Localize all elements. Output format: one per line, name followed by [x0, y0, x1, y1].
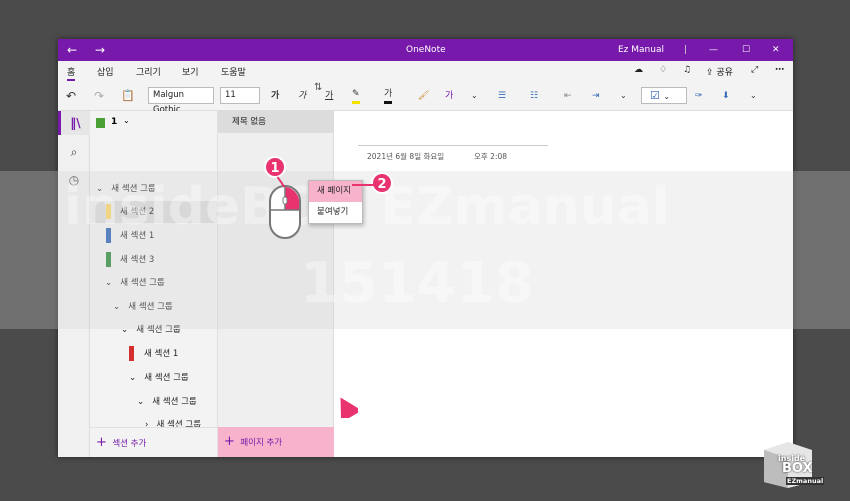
recent-icon[interactable]: ◷: [58, 168, 90, 192]
section-group-item[interactable]: ⌄ 새 섹션 그룹: [121, 319, 181, 341]
chevron-down-icon: ⌄: [105, 278, 113, 288]
app-title: OneNote: [406, 45, 446, 55]
close-button[interactable]: ✕: [772, 39, 780, 61]
add-page-button[interactable]: + 페이지 추가: [218, 427, 334, 457]
step-badge-2: 2: [371, 172, 393, 194]
plus-icon: +: [96, 435, 107, 450]
numbered-list-icon[interactable]: ☷: [530, 88, 538, 104]
tab-help[interactable]: 도움말: [221, 65, 246, 78]
maximize-button[interactable]: ☐: [742, 39, 750, 61]
share-button[interactable]: ⇪ 공유: [706, 65, 733, 78]
redo-icon[interactable]: ↷: [94, 88, 104, 104]
toolbar: ↶ ↷ 📋 Malgun Gothic 11 가 가 가 ✎ 가 🖌 가 ⌄ ☰…: [58, 81, 793, 115]
clipboard-icon[interactable]: 📋: [121, 88, 135, 104]
indent-icon[interactable]: ⇥: [592, 88, 600, 104]
chevron-down-icon: ⌄: [96, 184, 104, 194]
chevron-down-icon[interactable]: ⌄: [620, 88, 627, 104]
add-section-button[interactable]: + 섹션 추가: [90, 427, 218, 457]
plus-icon: +: [224, 434, 235, 449]
notebooks-icon[interactable]: ‖\: [58, 111, 90, 135]
context-menu: 새 페이지 붙여넣기: [308, 180, 363, 224]
ribbon-tabs: 홈 삽입 그리기 보기 도움말 ☁ ♢ ♫ ⇪ 공유 ⤢ ⋯: [58, 61, 793, 81]
section-item-selected[interactable]: 새 섹션 2: [90, 201, 217, 223]
page-date: 2021년 6월 8일 화요일: [367, 152, 445, 161]
onenote-window: ← → OneNote Ez Manual | — ☐ ✕ 홈 삽입 그리기 보…: [58, 39, 793, 457]
section-item[interactable]: 새 섹션 3: [90, 249, 154, 271]
sort-icon[interactable]: ⇅: [314, 82, 322, 93]
italic-button[interactable]: 가: [298, 88, 306, 104]
step-badge-1: 1: [264, 156, 286, 178]
section-item[interactable]: 새 섹션 1: [90, 225, 154, 247]
section-color-tab: [106, 252, 111, 267]
page-time: 오후 2:08: [474, 152, 508, 161]
section-pane: 1 ⌄ ⌄ 새 섹션 그룹 새 섹션 2 새 섹션 1 새 섹션 3 ⌄ 새 섹…: [90, 111, 218, 457]
mouse-illustration: [269, 185, 301, 239]
chevron-down-icon: ⌄: [129, 373, 137, 383]
todo-tag-dropdown[interactable]: ☑ ⌄: [641, 87, 687, 104]
font-color-button[interactable]: 가: [384, 88, 393, 104]
chevron-down-icon: ⌄: [113, 302, 121, 312]
title-bar: ← → OneNote Ez Manual | — ☐ ✕: [58, 39, 793, 61]
immersive-reader-icon[interactable]: ⬇: [722, 88, 730, 104]
underline-button[interactable]: 가: [325, 88, 333, 104]
badge-connector: [352, 184, 374, 186]
paste-menu-item[interactable]: 붙여넣기: [309, 202, 362, 223]
insidebox-logo: inside BOX EZmanual: [762, 442, 825, 488]
share-label: 공유: [716, 68, 733, 78]
section-group-item[interactable]: ⌄ 새 섹션 그룹: [113, 296, 173, 318]
forward-icon[interactable]: →: [95, 39, 105, 61]
section-group-item[interactable]: ⌄ 새 섹션 그룹: [105, 272, 165, 294]
lightbulb-icon[interactable]: ♢: [659, 65, 667, 75]
format-painter-icon[interactable]: 🖌: [418, 88, 429, 104]
chevron-down-icon: ⌄: [123, 116, 130, 125]
chevron-down-icon: ⌄: [137, 397, 145, 407]
tab-home[interactable]: 홈: [67, 65, 76, 81]
section-color-tab: [106, 204, 111, 219]
section-group-item[interactable]: ⌄ 새 섹션 그룹: [137, 391, 197, 413]
notebook-icon: [96, 118, 105, 128]
divider: |: [684, 45, 688, 55]
bold-button[interactable]: 가: [271, 88, 279, 104]
left-rail: ‖\ ⌕ ◷: [58, 111, 90, 457]
notebook-header[interactable]: 1 ⌄: [90, 111, 218, 137]
page-item[interactable]: 제목 없음: [218, 111, 334, 133]
section-color-tab: [106, 228, 111, 243]
logo-box: BOX: [782, 461, 813, 476]
highlight-icon[interactable]: ✎: [352, 88, 360, 104]
style-button[interactable]: 가: [445, 88, 453, 104]
dictate-icon[interactable]: ✑: [695, 88, 703, 104]
chevron-down-icon[interactable]: ⌄: [750, 88, 757, 104]
logo-ezmanual: EZmanual: [786, 477, 825, 485]
notebook-label: 1: [111, 117, 118, 127]
note-canvas[interactable]: 2021년 6월 8일 화요일 오후 2:08: [334, 111, 793, 457]
more-icon[interactable]: ⋯: [775, 65, 784, 75]
tab-view[interactable]: 보기: [182, 65, 199, 78]
tab-draw[interactable]: 그리기: [136, 65, 161, 78]
font-size-input[interactable]: 11: [220, 87, 260, 104]
expand-icon[interactable]: ⤢: [751, 65, 758, 75]
chevron-down-icon[interactable]: ⌄: [471, 88, 478, 104]
search-icon[interactable]: ⌕: [58, 140, 90, 164]
pointer-arrow-icon: [340, 397, 358, 418]
back-icon[interactable]: ←: [67, 39, 77, 61]
title-underline: [358, 145, 548, 146]
section-color-tab: [129, 346, 134, 361]
minimize-button[interactable]: —: [709, 39, 718, 61]
bell-icon[interactable]: ♫: [683, 65, 691, 75]
section-group-item[interactable]: ⌄ 새 섹션 그룹: [96, 178, 156, 200]
undo-icon[interactable]: ↶: [66, 88, 76, 104]
bullet-list-icon[interactable]: ☰: [498, 88, 506, 104]
account-name[interactable]: Ez Manual: [618, 39, 664, 61]
section-item[interactable]: 새 섹션 1: [129, 343, 178, 365]
section-group-item[interactable]: ⌄ 새 섹션 그룹: [129, 367, 189, 389]
tab-insert[interactable]: 삽입: [97, 65, 114, 78]
sync-icon[interactable]: ☁: [634, 65, 643, 75]
chevron-down-icon: ⌄: [121, 325, 129, 335]
font-name-input[interactable]: Malgun Gothic: [148, 87, 214, 115]
outdent-icon[interactable]: ⇤: [564, 88, 572, 104]
